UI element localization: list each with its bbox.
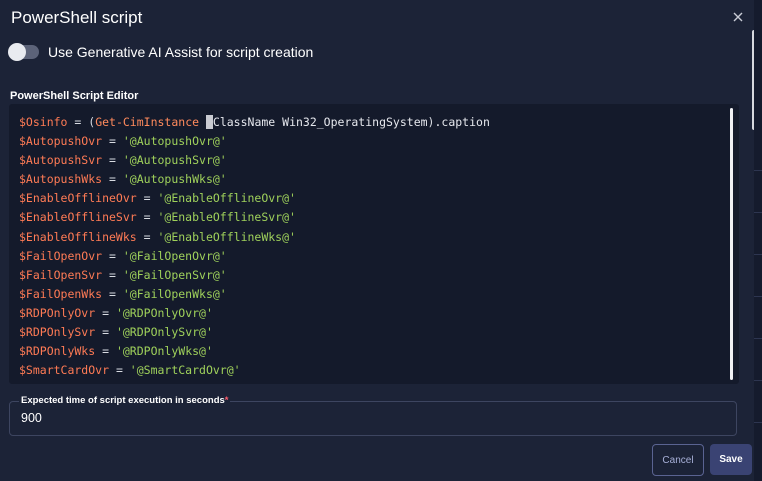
- code-token: '@AutopushOvr@': [122, 134, 227, 149]
- code-token: ClassName Win32_OperatingSystem: [212, 115, 428, 129]
- code-token: $RDPOnlyOvr: [19, 305, 96, 320]
- code-token: Get-CimInstance: [95, 115, 206, 129]
- code-token: $EnableOfflineWks: [19, 229, 137, 244]
- code-token: $RDPOnlySvr: [19, 325, 96, 340]
- code-token: =: [136, 229, 158, 244]
- code-token: =: [95, 344, 116, 359]
- code-token: '@RDPOnlyWks@': [115, 344, 213, 359]
- code-token: '@FailOpenOvr@': [122, 248, 227, 263]
- code-token: =: [102, 134, 123, 149]
- code-token: '@EnableOfflineOvr@': [157, 191, 296, 206]
- code-line[interactable]: $AutopushSvr = '@AutopushSvr@': [19, 151, 490, 170]
- code-token: $RDPOnlyWks: [19, 344, 96, 359]
- code-token: $EnableOfflineOvr: [19, 191, 137, 206]
- dialog-title: PowerShell script: [11, 8, 143, 27]
- code-token: $FailOpenWks: [19, 286, 103, 301]
- code-token: =: [102, 267, 123, 282]
- script-editor[interactable]: $Osinfo = (Get-CimInstance ClassName Win…: [9, 104, 739, 384]
- toggle-knob: [8, 43, 26, 61]
- code-line[interactable]: $AutopushOvr = '@AutopushOvr@': [19, 132, 490, 151]
- code-token: =: [95, 325, 116, 340]
- code-line[interactable]: $RDPOnlyOvr = '@RDPOnlyOvr@': [19, 304, 490, 323]
- code-token: $FailOpenSvr: [19, 267, 103, 282]
- editor-scrollbar[interactable]: [730, 108, 733, 380]
- code-token: '@FailOpenSvr@': [122, 267, 227, 282]
- code-token: $FailOpenOvr: [19, 248, 103, 263]
- execution-time-label: Expected time of script execution in sec…: [19, 395, 231, 406]
- cancel-button[interactable]: Cancel: [652, 444, 704, 476]
- code-line[interactable]: $FailOpenSvr = '@FailOpenSvr@': [19, 266, 490, 285]
- close-icon[interactable]: [729, 8, 747, 26]
- editor-label: PowerShell Script Editor: [10, 90, 139, 102]
- code-token: '@RDPOnlyOvr@': [115, 305, 213, 320]
- code-token: =: [136, 191, 158, 206]
- code-token: '@RDPOnlySvr@': [115, 325, 213, 340]
- code-token: =: [109, 363, 130, 378]
- code-line[interactable]: $EnableOfflineWks = '@EnableOfflineWks@': [19, 228, 490, 247]
- save-button[interactable]: Save: [710, 444, 752, 475]
- ai-assist-toggle[interactable]: [8, 43, 39, 61]
- code-token: '@FailOpenWks@': [122, 286, 227, 301]
- ai-assist-toggle-row: Use Generative AI Assist for script crea…: [8, 43, 314, 61]
- code-token: '@EnableOfflineWks@': [157, 229, 296, 244]
- background-page-edge: [754, 0, 762, 481]
- code-line[interactable]: $RDPOnlySvr = '@RDPOnlySvr@': [19, 323, 490, 342]
- execution-time-input[interactable]: 900: [21, 411, 42, 425]
- execution-time-field[interactable]: Expected time of script execution in sec…: [9, 395, 737, 436]
- code-token: =: [67, 115, 89, 129]
- code-token: =: [95, 305, 116, 320]
- code-token: =: [102, 286, 123, 301]
- code-token: $EnableOfflineSvr: [19, 210, 137, 225]
- code-token: $Osinfo: [19, 115, 68, 129]
- code-token: $AutopushSvr: [19, 153, 103, 168]
- code-line[interactable]: $SmartCardOvr = '@SmartCardOvr@': [19, 361, 490, 380]
- code-token: $SmartCardOvr: [19, 363, 110, 378]
- code-line[interactable]: $AutopushWks = '@AutopushWks@': [19, 170, 490, 189]
- code-line[interactable]: $FailOpenOvr = '@FailOpenOvr@': [19, 247, 490, 266]
- code-line[interactable]: $EnableOfflineOvr = '@EnableOfflineOvr@': [19, 189, 490, 208]
- code-line[interactable]: $FailOpenWks = '@FailOpenWks@': [19, 285, 490, 304]
- code-token: '@EnableOfflineSvr@': [157, 210, 296, 225]
- code-token: '@AutopushWks@': [122, 172, 227, 187]
- code-token: '@AutopushSvr@': [122, 153, 227, 168]
- powershell-script-dialog: PowerShell script Use Generative AI Assi…: [0, 0, 754, 481]
- code-line[interactable]: $Osinfo = (Get-CimInstance ClassName Win…: [19, 113, 490, 132]
- code-token: [205, 115, 213, 129]
- code-token: $AutopushOvr: [19, 134, 103, 149]
- code-token: =: [102, 172, 123, 187]
- code-token: =: [102, 153, 123, 168]
- code-line[interactable]: $EnableOfflineSvr = '@EnableOfflineSvr@': [19, 208, 490, 227]
- script-code[interactable]: $Osinfo = (Get-CimInstance ClassName Win…: [19, 113, 490, 380]
- code-token: =: [136, 210, 158, 225]
- ai-assist-label: Use Generative AI Assist for script crea…: [48, 44, 314, 60]
- code-token: '@SmartCardOvr@': [129, 363, 241, 378]
- code-token: .caption: [434, 115, 490, 129]
- code-token: $AutopushWks: [19, 172, 103, 187]
- code-line[interactable]: $RDPOnlyWks = '@RDPOnlyWks@': [19, 342, 490, 361]
- code-token: =: [102, 248, 123, 263]
- required-mark: *: [224, 395, 229, 406]
